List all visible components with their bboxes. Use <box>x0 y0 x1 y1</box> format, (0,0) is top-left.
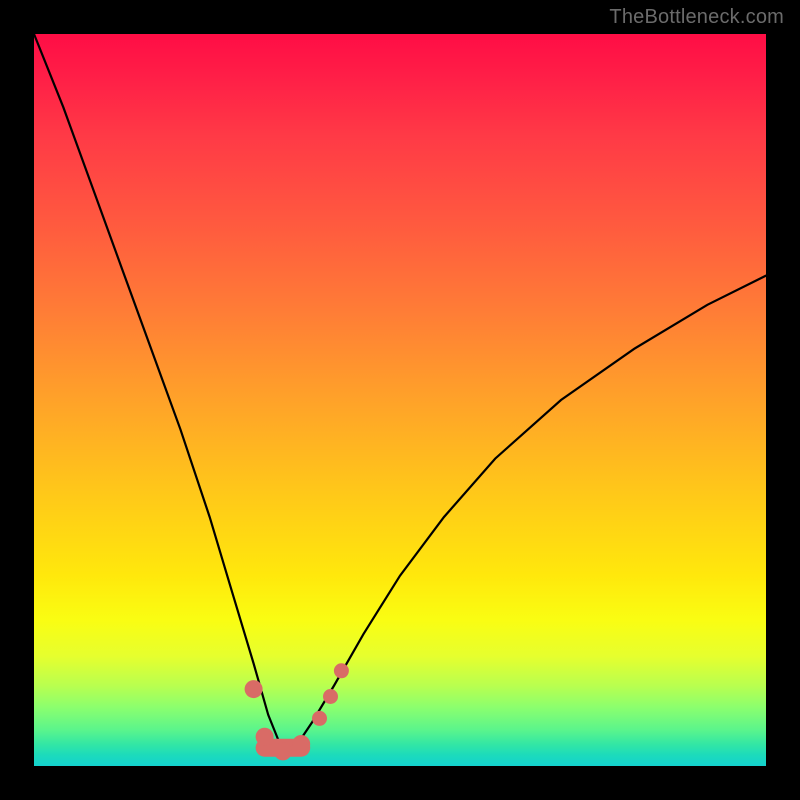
bottleneck-curve <box>34 34 766 751</box>
marker-dot <box>334 663 349 678</box>
marker-dot <box>323 689 338 704</box>
marker-dot <box>292 735 310 753</box>
marker-dot <box>245 680 263 698</box>
marker-dot <box>274 742 292 760</box>
watermark-text: TheBottleneck.com <box>609 6 784 29</box>
marker-dot <box>256 728 274 746</box>
plot-area <box>34 34 766 766</box>
marker-dot <box>312 711 327 726</box>
curve-layer <box>34 34 766 766</box>
chart-frame: TheBottleneck.com <box>0 0 800 800</box>
